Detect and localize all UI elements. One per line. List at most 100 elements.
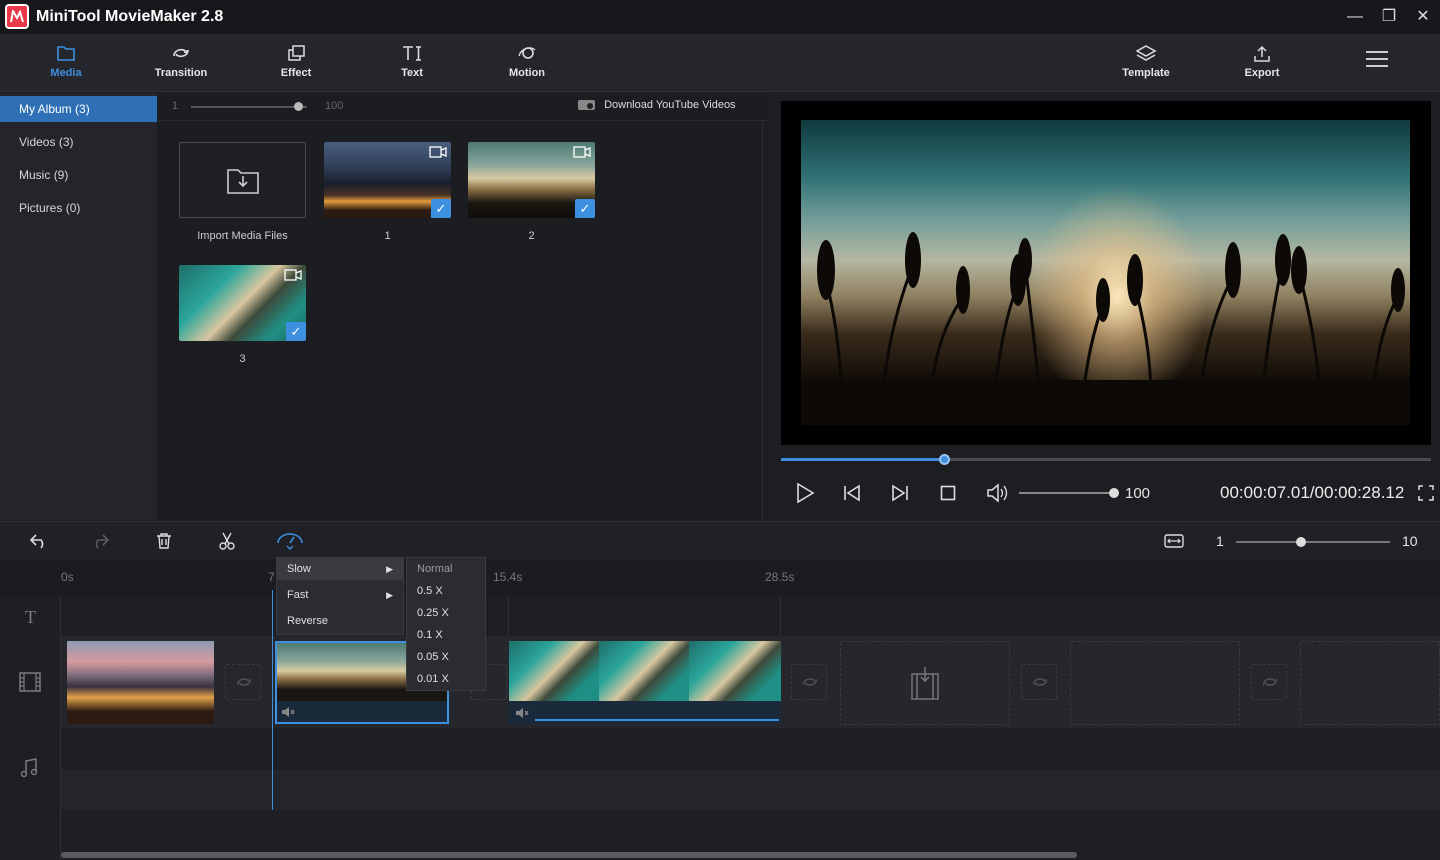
video-track-icon bbox=[19, 672, 41, 692]
upload-icon bbox=[1217, 34, 1307, 62]
speed-menu-item-reverse[interactable]: Reverse bbox=[277, 610, 403, 632]
close-button[interactable]: ✕ bbox=[1406, 0, 1440, 34]
playback-progress-fill bbox=[781, 458, 944, 461]
next-frame-icon[interactable] bbox=[890, 484, 910, 502]
timeline-zoom-slider[interactable] bbox=[1236, 537, 1390, 547]
import-media-tile[interactable] bbox=[179, 142, 306, 218]
split-scissors-icon[interactable] bbox=[218, 532, 236, 550]
sidebar-item-my-album[interactable]: My Album (3) bbox=[0, 96, 157, 122]
effect-icon bbox=[251, 34, 341, 62]
media-thumbnail-2[interactable]: ✓ bbox=[468, 142, 595, 218]
layers-icon bbox=[1101, 34, 1191, 62]
tab-text[interactable]: Text bbox=[367, 34, 457, 92]
video-frame bbox=[801, 120, 1410, 425]
timeline-horizontal-scrollbar[interactable] bbox=[61, 852, 1077, 858]
app-logo-icon bbox=[5, 4, 29, 29]
tab-effect[interactable]: Effect bbox=[251, 34, 341, 92]
mute-icon[interactable] bbox=[281, 706, 295, 718]
minimize-button[interactable]: — bbox=[1338, 0, 1372, 34]
empty-clip-slot[interactable] bbox=[840, 641, 1010, 725]
tab-media[interactable]: Media bbox=[21, 34, 111, 92]
fit-timeline-icon[interactable] bbox=[1164, 533, 1184, 549]
transition-slot[interactable] bbox=[1251, 664, 1287, 700]
slow-option-0-25x[interactable]: 0.25 X bbox=[407, 602, 485, 624]
video-camera-icon bbox=[429, 146, 447, 158]
tab-motion[interactable]: Motion bbox=[482, 34, 572, 92]
video-track[interactable] bbox=[61, 636, 1440, 728]
volume-slider[interactable] bbox=[1019, 492, 1113, 494]
slow-option-0-01x[interactable]: 0.01 X bbox=[407, 668, 485, 690]
transition-icon bbox=[136, 34, 226, 62]
stop-icon[interactable] bbox=[940, 485, 956, 501]
menu-item-label: Reverse bbox=[287, 615, 328, 627]
menu-item-label: Fast bbox=[287, 589, 309, 601]
sidebar-item-pictures[interactable]: Pictures (0) bbox=[0, 195, 157, 221]
mute-icon[interactable] bbox=[515, 707, 529, 719]
music-track-1[interactable] bbox=[61, 730, 1440, 770]
import-media-label: Import Media Files bbox=[197, 230, 288, 242]
sidebar-item-music[interactable]: Music (9) bbox=[0, 162, 157, 188]
playback-time: 00:00:07.01/00:00:28.12 bbox=[1220, 483, 1405, 502]
music-track-icon bbox=[20, 758, 38, 778]
selected-check-icon[interactable]: ✓ bbox=[286, 322, 306, 341]
volume-icon[interactable] bbox=[986, 483, 1008, 503]
text-track[interactable] bbox=[61, 596, 1440, 636]
timeline-ruler[interactable]: 0s 7 15.4s 28.5s bbox=[0, 559, 1440, 596]
slow-option-normal[interactable]: Normal bbox=[407, 558, 485, 580]
timeline-zoom-min: 1 bbox=[1216, 533, 1224, 549]
hamburger-menu-icon[interactable] bbox=[1360, 46, 1394, 80]
speed-menu-item-fast[interactable]: Fast ▶ bbox=[277, 584, 403, 606]
video-viewer[interactable] bbox=[781, 101, 1431, 445]
media-thumbnail-3[interactable]: ✓ bbox=[179, 265, 306, 341]
tab-transition[interactable]: Transition bbox=[136, 34, 226, 92]
undo-icon[interactable] bbox=[29, 532, 49, 550]
media-thumbnail-1[interactable]: ✓ bbox=[324, 142, 451, 218]
transition-slot[interactable] bbox=[1021, 664, 1057, 700]
transition-slot[interactable] bbox=[791, 664, 827, 700]
slow-option-0-1x[interactable]: 0.1 X bbox=[407, 624, 485, 646]
fullscreen-icon[interactable] bbox=[1418, 485, 1434, 501]
playback-progress-bar[interactable] bbox=[781, 454, 1431, 465]
download-youtube-button[interactable]: Download YouTube Videos bbox=[578, 99, 736, 115]
sidebar-item-videos[interactable]: Videos (3) bbox=[0, 129, 157, 155]
media-zoom-slider[interactable] bbox=[191, 102, 307, 111]
tab-effect-label: Effect bbox=[280, 67, 312, 79]
sidebar-item-count: (3) bbox=[75, 102, 90, 116]
transition-icon bbox=[1262, 678, 1278, 686]
empty-clip-slot[interactable] bbox=[1300, 641, 1440, 725]
title-bar: MiniTool MovieMaker 2.8 — ❐ ✕ bbox=[0, 0, 1440, 34]
timeline-clip-3[interactable] bbox=[509, 641, 781, 724]
ruler-mark: 15.4s bbox=[493, 570, 523, 584]
speed-icon[interactable] bbox=[276, 531, 304, 551]
music-track-2[interactable] bbox=[61, 770, 1440, 810]
slow-option-0-05x[interactable]: 0.05 X bbox=[407, 646, 485, 668]
media-label-2: 2 bbox=[528, 230, 535, 242]
export-label: Export bbox=[1244, 67, 1280, 79]
export-button[interactable]: Export bbox=[1217, 34, 1307, 92]
speed-menu-item-slow[interactable]: Slow ▶ bbox=[277, 558, 403, 580]
ruler-mark: 0s bbox=[61, 570, 74, 584]
timeline-zoom-handle[interactable] bbox=[1295, 537, 1306, 547]
selected-check-icon[interactable]: ✓ bbox=[575, 199, 595, 218]
redo-icon[interactable] bbox=[90, 532, 110, 550]
slow-option-0-5x[interactable]: 0.5 X bbox=[407, 580, 485, 602]
playback-progress-handle[interactable] bbox=[938, 454, 950, 465]
app-window: MiniTool MovieMaker 2.8 — ❐ ✕ Media Tran… bbox=[0, 0, 1440, 860]
transition-slot[interactable] bbox=[225, 664, 261, 700]
timeline-zoom-max: 10 bbox=[1402, 533, 1418, 549]
delete-icon[interactable] bbox=[155, 532, 173, 550]
selected-check-icon[interactable]: ✓ bbox=[431, 199, 451, 218]
empty-clip-slot[interactable] bbox=[1070, 641, 1240, 725]
timeline-clip-1[interactable] bbox=[67, 641, 214, 724]
restore-button[interactable]: ❐ bbox=[1372, 0, 1406, 34]
sidebar-item-label: Pictures bbox=[19, 201, 63, 215]
sidebar-item-count: (9) bbox=[53, 168, 69, 182]
volume-handle[interactable] bbox=[1109, 488, 1119, 498]
tab-transition-label: Transition bbox=[154, 67, 208, 79]
playhead[interactable] bbox=[272, 590, 273, 810]
media-zoom-handle[interactable] bbox=[293, 102, 303, 111]
template-button[interactable]: Template bbox=[1101, 34, 1191, 92]
app-title: MiniTool MovieMaker 2.8 bbox=[36, 8, 224, 25]
previous-frame-icon[interactable] bbox=[842, 484, 862, 502]
play-icon[interactable] bbox=[794, 482, 816, 504]
